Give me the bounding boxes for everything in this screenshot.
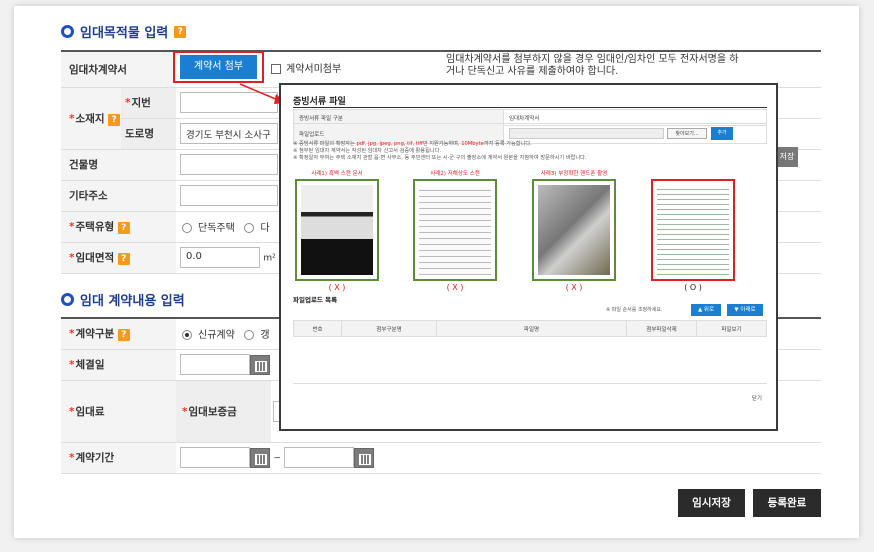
upload-list-table: 번호 첨부구분명 파일명 첨부파일삭제 파일보기 xyxy=(293,320,767,337)
radio-multi-label: 다 xyxy=(260,223,270,234)
contract-label: 임대차계약서 xyxy=(69,63,127,76)
col-header: 번호 xyxy=(293,320,342,337)
calendar-icon[interactable] xyxy=(250,447,270,468)
col-header: 파일명 xyxy=(436,320,627,337)
evidence-file-popup: 증빙서류 파일 증빙서류 파일 구분 임대차계약서 파일업로드 찾아보기... 추… xyxy=(279,83,778,431)
help-icon[interactable]: ? xyxy=(174,25,187,38)
area-unit: m² xyxy=(263,253,276,264)
section-title-property: 임대목적물 입력 ? xyxy=(61,22,187,41)
example1-label: 사례1) 흑백 스캔 문서 xyxy=(311,171,363,177)
jibun-label: 지번 xyxy=(131,97,151,109)
sign-date-input[interactable] xyxy=(180,354,250,375)
radio-renewal[interactable] xyxy=(244,330,255,341)
popup-title: 증빙서류 파일 xyxy=(293,97,346,107)
period-start-input[interactable] xyxy=(180,447,250,468)
area-input[interactable]: 0.0 xyxy=(180,247,260,268)
area-label: 임대면적 xyxy=(75,252,115,264)
building-input[interactable] xyxy=(180,154,278,175)
no-contract-checkbox[interactable] xyxy=(271,64,281,74)
radio-renewal-label: 갱 xyxy=(260,330,270,342)
help-icon[interactable]: ? xyxy=(117,329,130,342)
col-header: 첨부구분명 xyxy=(341,320,437,337)
example-correct-image xyxy=(651,179,735,281)
side-save-button[interactable]: 저장 xyxy=(776,147,798,167)
example-bw-scan-image xyxy=(295,179,379,281)
circle-bullet-icon xyxy=(61,25,74,38)
road-address-input[interactable]: 경기도 부천시 소사구 xyxy=(180,123,278,144)
move-down-button[interactable]: ▼ 아래로 xyxy=(727,304,763,316)
radio-new-label: 신규계약 xyxy=(198,330,235,342)
circle-bullet-icon xyxy=(61,293,74,306)
col-header: 첨부파일삭제 xyxy=(626,320,697,337)
temp-save-button[interactable]: 임시저장 xyxy=(678,489,745,517)
calendar-icon[interactable] xyxy=(354,447,375,468)
building-label: 건물명 xyxy=(69,159,98,171)
close-link[interactable]: 닫기 xyxy=(752,394,762,402)
mark-x: ( X ) xyxy=(565,283,583,292)
rent-label: 임대료 xyxy=(75,405,105,418)
col-header: 파일보기 xyxy=(696,320,767,337)
example2-label: 사례2) 저해상도 스캔 xyxy=(430,171,480,177)
mark-x: ( X ) xyxy=(328,283,346,292)
order-note: ※ 파일 순서를 조정하세요. xyxy=(606,307,663,313)
help-icon[interactable]: ? xyxy=(117,253,130,265)
example-phone-photo-image xyxy=(532,179,616,281)
extra-address-input[interactable] xyxy=(180,185,278,206)
add-file-button[interactable]: 추가 xyxy=(711,127,733,140)
register-button[interactable]: 등록완료 xyxy=(753,489,821,517)
example3-label: 사례3) 부정확한 핸드폰 촬영 xyxy=(540,171,608,177)
upload-list-title: 파일업로드 목록 xyxy=(293,296,338,304)
section-title-contract: 임대 계약내용 입력 xyxy=(61,290,185,309)
help-icon[interactable]: ? xyxy=(117,222,130,234)
popup-notes: ※ 증빙서류 파일의 확장자는 pdf, jpg, jpeg, png, tif… xyxy=(293,141,587,161)
house-type-label: 주택유형 xyxy=(75,221,115,233)
highlight-box xyxy=(173,51,264,83)
move-up-button[interactable]: ▲ 위로 xyxy=(691,304,721,316)
ctype-label: 계약구분 xyxy=(75,328,115,341)
radio-detached-label: 단독주택 xyxy=(198,223,235,234)
no-contract-checkbox-row[interactable]: 계약서미첨부 xyxy=(271,60,341,75)
extra-address-label: 기타주소 xyxy=(69,190,108,202)
period-label: 계약기간 xyxy=(75,452,115,464)
contract-note: 임대차계약서를 첨부하지 않을 경우 임대인/임차인 모두 전자서명을 하거나 … xyxy=(446,54,739,77)
sign-date-label: 체결일 xyxy=(75,359,105,371)
help-icon[interactable]: ? xyxy=(108,113,121,126)
road-label: 도로명 xyxy=(125,128,154,140)
radio-new-contract[interactable] xyxy=(182,330,192,341)
deposit-label: 임대보증금 xyxy=(188,405,237,418)
mark-x: ( X ) xyxy=(446,283,464,292)
location-label: 소재지 xyxy=(75,112,105,125)
calendar-icon[interactable] xyxy=(250,354,270,375)
period-end-input[interactable] xyxy=(284,447,355,468)
radio-detached[interactable] xyxy=(182,223,192,233)
browse-button[interactable]: 찾아보기... xyxy=(667,128,707,139)
mark-o: ( O ) xyxy=(684,283,702,292)
upload-path-input[interactable] xyxy=(509,128,664,139)
example-lowres-scan-image xyxy=(413,179,497,281)
radio-multi[interactable] xyxy=(244,223,255,233)
